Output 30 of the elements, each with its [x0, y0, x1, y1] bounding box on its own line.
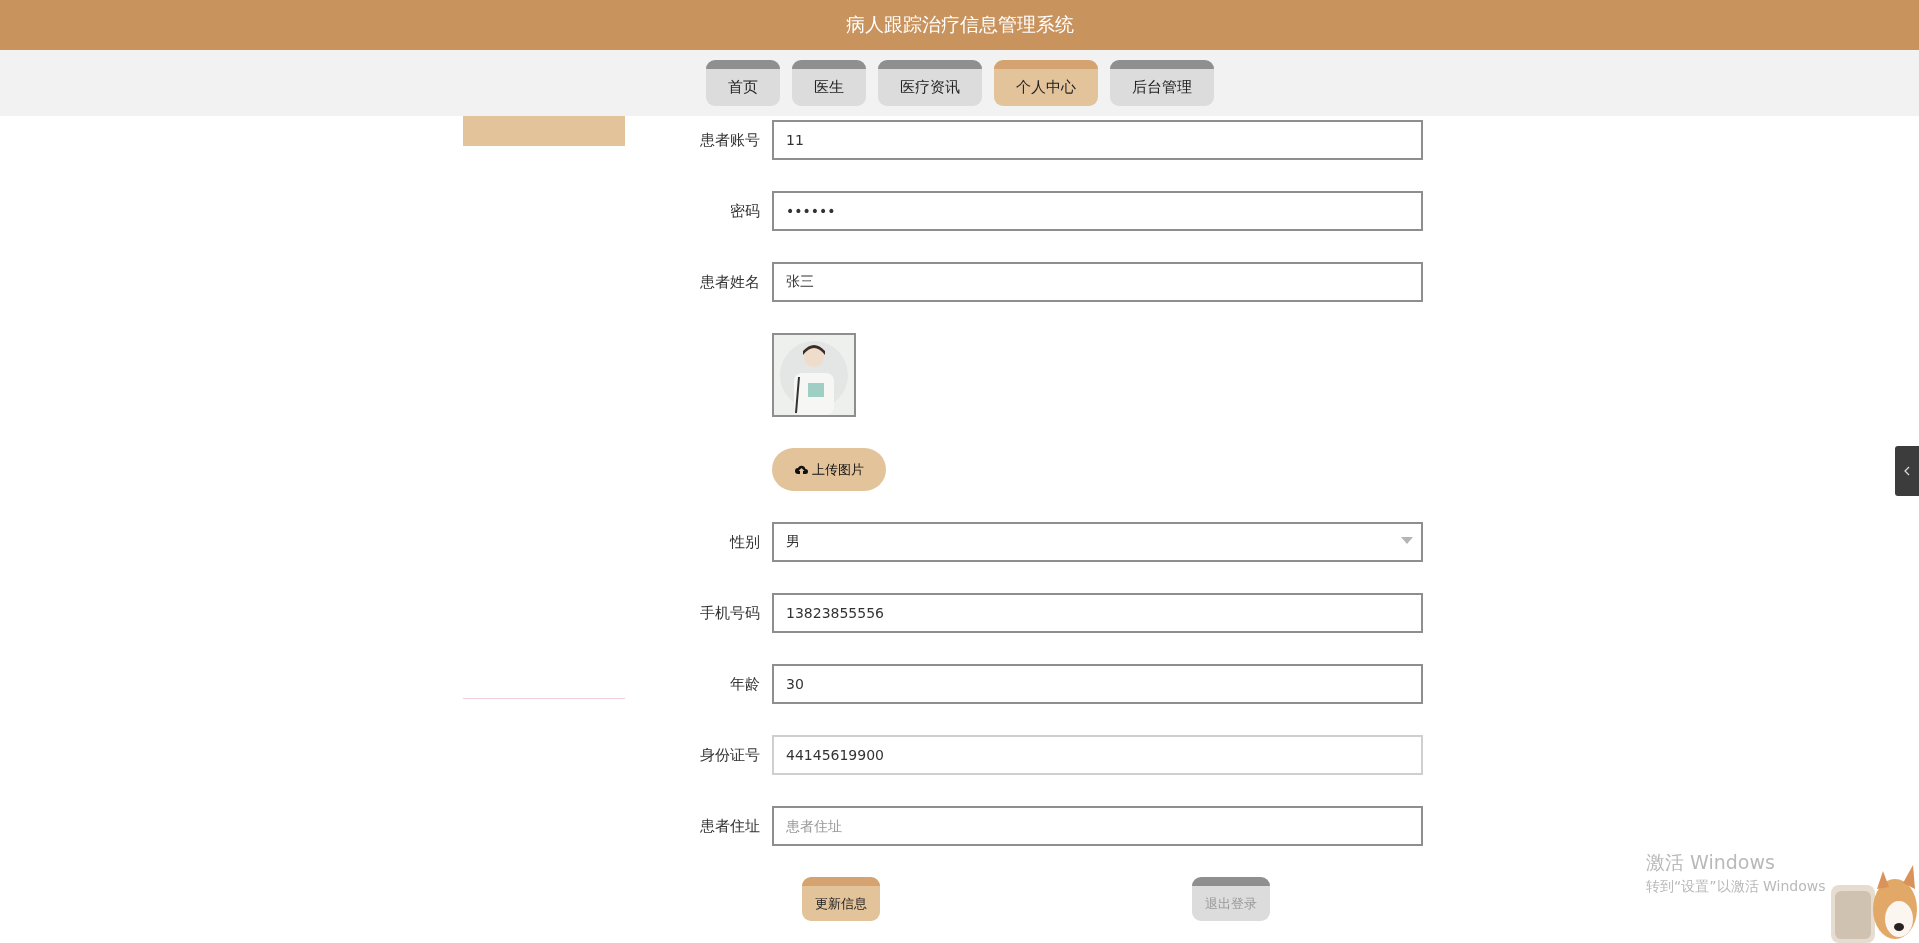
- nav-tab[interactable]: 医生: [791, 60, 866, 106]
- activation-title: 激活 Windows: [1646, 850, 1776, 875]
- input-field[interactable]: 44145619900: [772, 735, 1423, 775]
- activation-hint: 转到“设置”以激活 Windows: [1646, 878, 1826, 896]
- nav-tab[interactable]: 个人中心: [993, 60, 1098, 106]
- field-label: 密码: [729, 201, 760, 221]
- field-label: 手机号码: [699, 603, 760, 623]
- collapse-tab[interactable]: [1895, 446, 1919, 496]
- nav-tab[interactable]: 后台管理: [1109, 60, 1214, 106]
- field-label: 身份证号: [699, 745, 760, 765]
- input-field[interactable]: 患者住址: [772, 806, 1423, 846]
- nav-tab[interactable]: 医疗资讯: [877, 60, 982, 106]
- select-field[interactable]: 男: [772, 522, 1423, 562]
- upload-button[interactable]: 上传图片: [772, 448, 886, 491]
- input-field[interactable]: 13823855556: [772, 593, 1423, 633]
- site-title: 病人跟踪治疗信息管理系统: [845, 12, 1074, 37]
- nav-tab[interactable]: 首页: [705, 60, 780, 106]
- input-field[interactable]: ••••••: [772, 191, 1423, 231]
- input-field[interactable]: 30: [772, 664, 1423, 704]
- input-field[interactable]: 11: [772, 120, 1423, 160]
- cloud-upload-icon: [794, 464, 808, 475]
- field-label: 性别: [728, 532, 760, 552]
- chevron-left-icon: [1904, 466, 1910, 476]
- input-field[interactable]: 张三: [772, 262, 1423, 302]
- update-button[interactable]: 更新信息: [802, 877, 880, 921]
- field-label: 年龄: [729, 674, 760, 694]
- field-label: 患者姓名: [699, 272, 760, 292]
- caret-icon: [1401, 537, 1413, 544]
- field-label: 患者账号: [699, 130, 760, 150]
- field-label: 患者住址: [699, 816, 760, 836]
